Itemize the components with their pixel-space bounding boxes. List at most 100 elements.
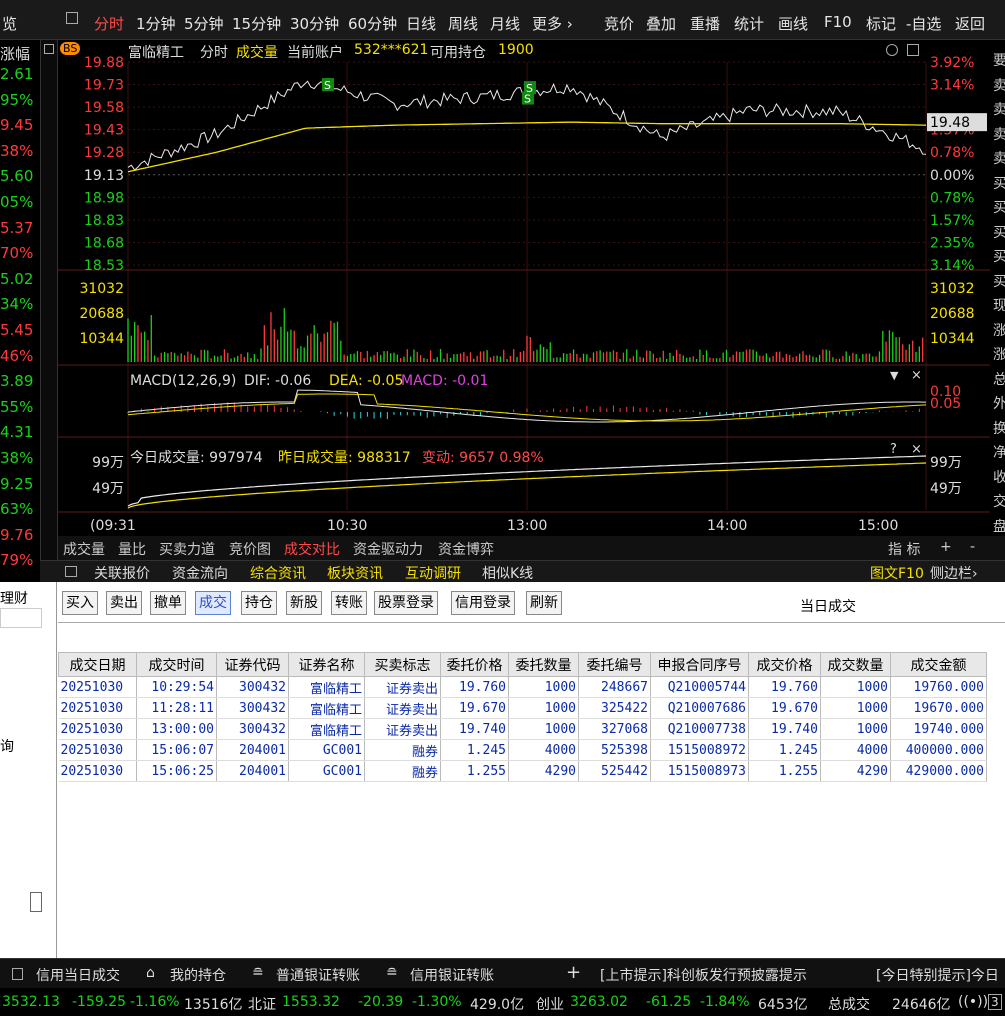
left-col-value[interactable]: 95% (0, 91, 33, 109)
positions-button[interactable]: 持仓 (241, 591, 277, 615)
tab-30min[interactable]: 30分钟 (290, 13, 339, 34)
cancel-order-button[interactable]: 撤单 (150, 591, 186, 615)
tab-normal-bank-transfer[interactable]: 普通银证转账 (276, 965, 360, 985)
left-col-value[interactable]: 9.45 (0, 116, 33, 134)
left-col-value[interactable]: 9.76 (0, 526, 33, 544)
tab-15min[interactable]: 15分钟 (232, 13, 281, 34)
left-col-value[interactable]: 3.89 (0, 372, 33, 390)
remove-button[interactable]: - (970, 539, 975, 555)
left-col-value[interactable]: 34% (0, 295, 33, 313)
filled-button[interactable]: 成交 (195, 591, 231, 615)
left-col-value[interactable]: 9.25 (0, 475, 33, 493)
left-col-value[interactable]: 79% (0, 551, 33, 569)
tab-1min[interactable]: 1分钟 (136, 13, 176, 34)
sell-button[interactable]: 卖出 (106, 591, 142, 615)
credit-login-button[interactable]: 信用登录 (451, 591, 515, 615)
indicator-button[interactable]: 指 标 (888, 539, 920, 559)
tab-month[interactable]: 月线 (490, 13, 520, 34)
table-row[interactable]: 20251030 13:00:00 300432 富临精工 证券卖出 19.740 1000… (58, 718, 987, 740)
tab-day[interactable]: 日线 (406, 13, 436, 34)
tab-similar-kline[interactable]: 相似K线 (482, 563, 533, 583)
window-icon[interactable] (907, 44, 919, 56)
ipo-button[interactable]: 新股 (286, 591, 322, 615)
table-row[interactable]: 20251030 11:28:11 300432 富临精工 证券卖出 19.670 1000… (58, 697, 987, 719)
left-col-value[interactable]: 46% (0, 347, 33, 365)
page-badge[interactable]: 3 (988, 994, 1002, 1010)
left-col-value[interactable]: 70% (0, 244, 33, 262)
stock-login-button[interactable]: 股票登录 (374, 591, 438, 615)
btn-back[interactable]: 返回 (955, 13, 985, 34)
transfer-button[interactable]: 转账 (331, 591, 367, 615)
tab-sector-news[interactable]: 板块资讯 (327, 563, 383, 583)
plus-icon[interactable]: + (566, 962, 581, 983)
col-header[interactable]: 证券代码 (216, 652, 289, 677)
left-col-value[interactable]: 05% (0, 193, 33, 211)
sidebar-toggle[interactable]: 侧边栏› (930, 563, 978, 583)
tab-credit-daily-trades[interactable]: 信用当日成交 (36, 965, 120, 985)
tab-auction-chart[interactable]: 竞价图 (229, 539, 271, 559)
tab-week[interactable]: 周线 (448, 13, 478, 34)
menu-icon[interactable] (65, 566, 77, 577)
left-collapse-strip[interactable] (40, 40, 58, 580)
btn-replay[interactable]: 重播 (690, 13, 720, 34)
btn-stats[interactable]: 统计 (734, 13, 764, 34)
f10-graphic-link[interactable]: 图文F10 (870, 563, 924, 583)
left-col-value[interactable]: 38% (0, 449, 33, 467)
btn-auction[interactable]: 竞价 (604, 13, 634, 34)
col-header[interactable]: 证券名称 (288, 652, 365, 677)
col-header[interactable]: 买卖标志 (364, 652, 441, 677)
tab-5min[interactable]: 5分钟 (184, 13, 224, 34)
ticker-text[interactable]: [上市提示]科创板发行预披露提示 (600, 965, 807, 985)
tab-credit-bank-transfer[interactable]: 信用银证转账 (410, 965, 494, 985)
add-button[interactable]: + (940, 539, 952, 555)
left-col-value[interactable]: 5.60 (0, 167, 33, 185)
tab-volume-ratio[interactable]: 量比 (118, 539, 146, 559)
table-row[interactable]: 20251030 15:06:07 204001 GC001 融券 1.245 4000 52… (58, 739, 987, 761)
tab-my-positions[interactable]: 我的持仓 (170, 965, 226, 985)
zoom-icon[interactable] (886, 44, 898, 56)
tab-general-news[interactable]: 综合资讯 (250, 563, 306, 583)
left-panel-item[interactable]: 询 (0, 736, 14, 756)
tab-fund-flow[interactable]: 资金流向 (172, 563, 228, 583)
left-col-value[interactable]: 5.37 (0, 219, 33, 237)
left-col-value[interactable]: 5.45 (0, 321, 33, 339)
tab-fund-drive[interactable]: 资金驱动力 (353, 539, 423, 559)
col-header[interactable]: 成交日期 (58, 652, 137, 677)
tab-fund-game[interactable]: 资金博弈 (438, 539, 494, 559)
left-col-value[interactable]: 38% (0, 142, 33, 160)
refresh-button[interactable]: 刷新 (526, 591, 562, 615)
tab-volume-compare[interactable]: 成交对比 (284, 539, 340, 559)
table-row[interactable]: 20251030 10:29:54 300432 富临精工 证券卖出 19.760 1000… (58, 676, 987, 698)
btn-mark[interactable]: 标记 (866, 13, 896, 34)
btn-overlay[interactable]: 叠加 (646, 13, 676, 34)
scroll-box[interactable] (30, 892, 42, 912)
col-header[interactable]: 成交金额 (890, 652, 987, 677)
btn-draw[interactable]: 画线 (778, 13, 808, 34)
btn-unfav[interactable]: -自选 (906, 13, 941, 34)
left-col-value[interactable]: 55% (0, 398, 33, 416)
buy-button[interactable]: 买入 (62, 591, 98, 615)
layout-icon[interactable] (66, 12, 78, 24)
btn-f10[interactable]: F10 (824, 13, 852, 31)
col-header[interactable]: 委托编号 (578, 652, 651, 677)
tab-interactive-research[interactable]: 互动调研 (405, 563, 461, 583)
tab-more[interactable]: 更多 › (532, 13, 573, 34)
left-col-value[interactable]: 4.31 (0, 423, 33, 441)
col-header[interactable]: 申报合同序号 (650, 652, 749, 677)
bs-badge[interactable]: BS (60, 42, 81, 55)
left-col-value[interactable]: 63% (0, 500, 33, 518)
col-header[interactable]: 成交价格 (748, 652, 821, 677)
tab-fenshi[interactable]: 分时 (94, 13, 124, 34)
tab-volume[interactable]: 成交量 (63, 539, 105, 559)
tab-buysell-power[interactable]: 买卖力道 (159, 539, 215, 559)
col-header[interactable]: 委托数量 (508, 652, 579, 677)
intraday-chart[interactable]: SSS 19.883.92%19.733.14%19.5819.431.57%1… (58, 40, 990, 540)
left-col-value[interactable]: 2.61 (0, 65, 33, 83)
col-header[interactable]: 委托价格 (440, 652, 509, 677)
left-col-value[interactable]: 5.02 (0, 270, 33, 288)
table-row[interactable]: 20251030 15:06:25 204001 GC001 融券 1.255 4290 52… (58, 760, 987, 782)
minus-icon[interactable] (44, 44, 54, 54)
tab-related-quotes[interactable]: 关联报价 (94, 563, 150, 583)
col-header[interactable]: 成交数量 (820, 652, 891, 677)
tab-60min[interactable]: 60分钟 (348, 13, 397, 34)
